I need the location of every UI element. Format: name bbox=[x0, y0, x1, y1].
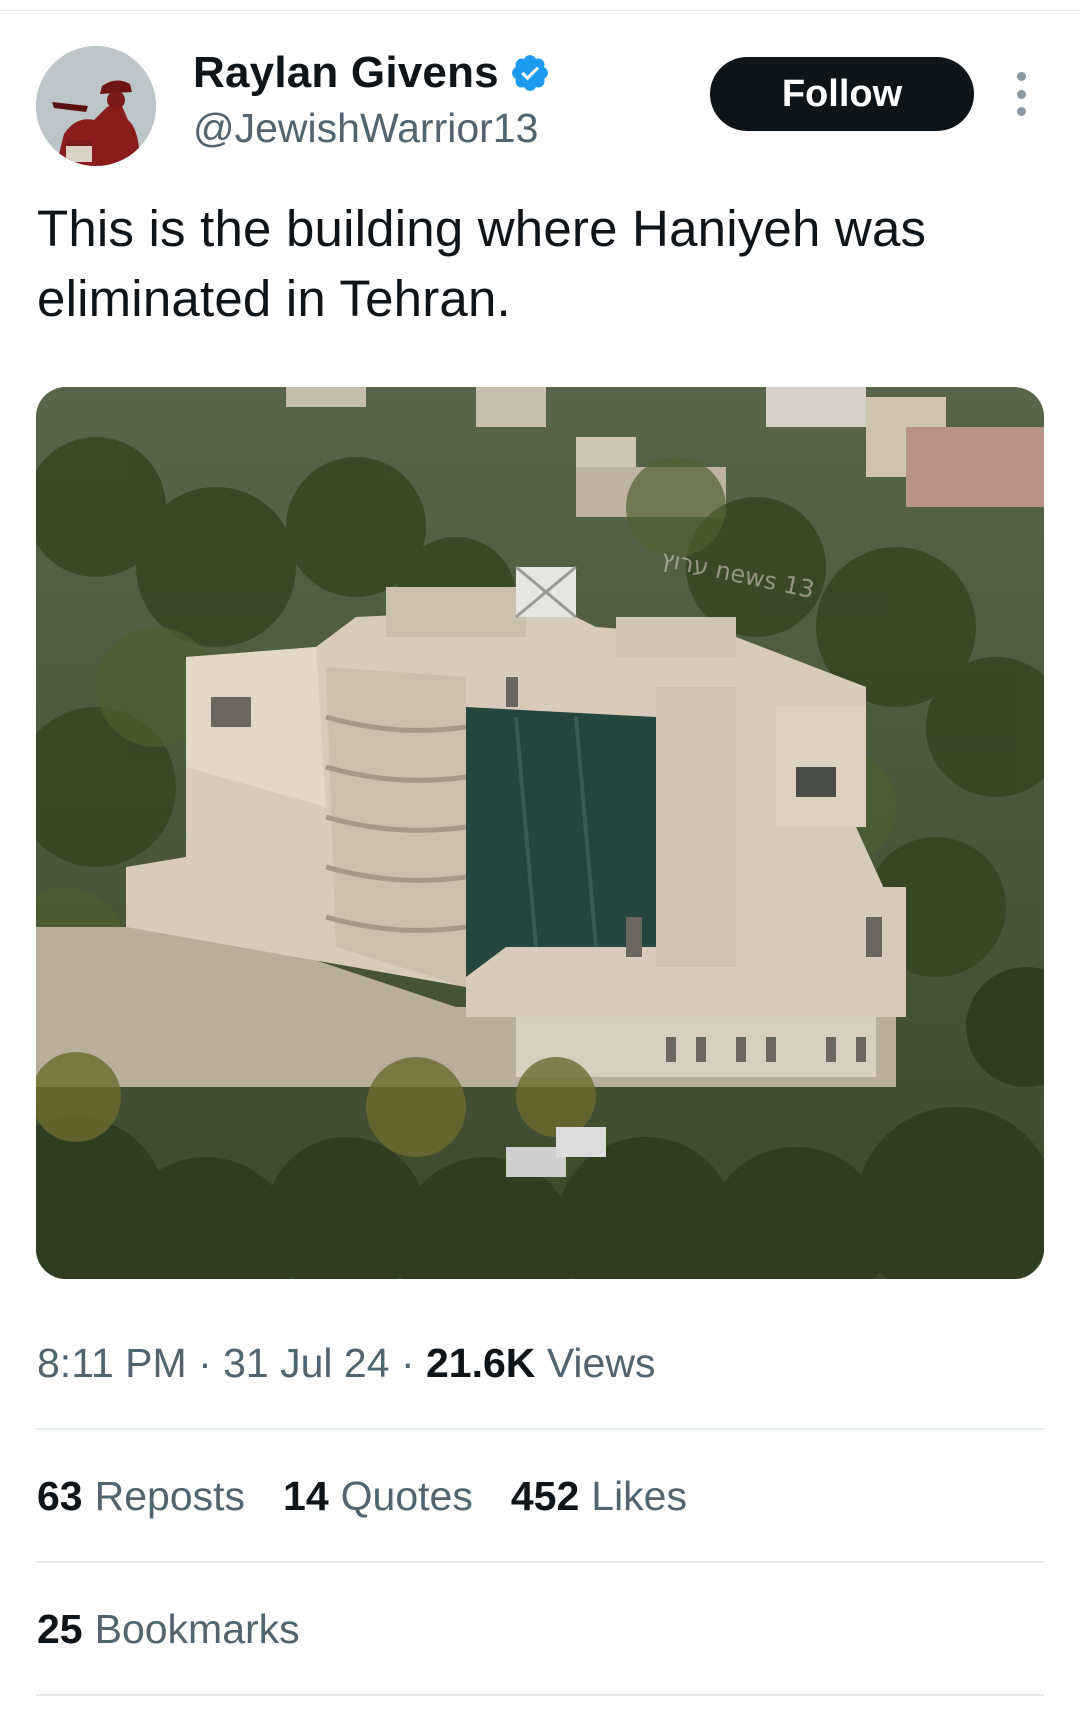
reposts-stat[interactable]: 63 Reposts bbox=[37, 1473, 245, 1520]
quotes-count: 14 bbox=[283, 1473, 329, 1519]
tweet-meta: 8:11 PM · 31 Jul 24 · 21.6K Views bbox=[37, 1340, 655, 1387]
author-name-row[interactable]: Raylan Givens bbox=[193, 48, 551, 98]
follow-button[interactable]: Follow bbox=[710, 57, 974, 131]
avatar[interactable] bbox=[36, 46, 156, 166]
likes-stat[interactable]: 452 Likes bbox=[511, 1473, 687, 1520]
reposts-label: Reposts bbox=[94, 1473, 246, 1519]
tweet-time[interactable]: 8:11 PM bbox=[37, 1340, 187, 1386]
tweet-photo[interactable]: ערוץ news 13 bbox=[36, 387, 1044, 1279]
views-count: 21.6K bbox=[426, 1340, 536, 1386]
author-display-name[interactable]: Raylan Givens bbox=[193, 48, 499, 98]
reposts-count: 63 bbox=[37, 1473, 83, 1519]
top-divider bbox=[0, 10, 1080, 11]
tweet-date[interactable]: 31 Jul 24 bbox=[223, 1340, 389, 1386]
likes-label: Likes bbox=[591, 1473, 687, 1519]
quotes-label: Quotes bbox=[340, 1473, 473, 1519]
meta-separator-2: · bbox=[400, 1340, 415, 1386]
divider bbox=[36, 1694, 1044, 1696]
bookmarks-stat[interactable]: 25 Bookmarks bbox=[37, 1606, 300, 1653]
divider bbox=[36, 1561, 1044, 1563]
tweet-text: This is the building where Haniyeh was e… bbox=[37, 200, 927, 327]
views-label: Views bbox=[546, 1340, 656, 1386]
quotes-stat[interactable]: 14 Quotes bbox=[283, 1473, 473, 1520]
engagement-stats: 63 Reposts 14 Quotes 452 Likes bbox=[37, 1473, 725, 1520]
divider bbox=[36, 1428, 1044, 1430]
likes-count: 452 bbox=[510, 1473, 580, 1519]
author-handle[interactable]: @JewishWarrior13 bbox=[193, 105, 538, 152]
meta-separator: · bbox=[198, 1340, 212, 1386]
verified-badge-icon[interactable] bbox=[509, 52, 551, 94]
bookmarks-label: Bookmarks bbox=[94, 1606, 300, 1652]
more-options-icon[interactable] bbox=[1003, 72, 1039, 116]
bookmarks-count: 25 bbox=[37, 1606, 83, 1652]
